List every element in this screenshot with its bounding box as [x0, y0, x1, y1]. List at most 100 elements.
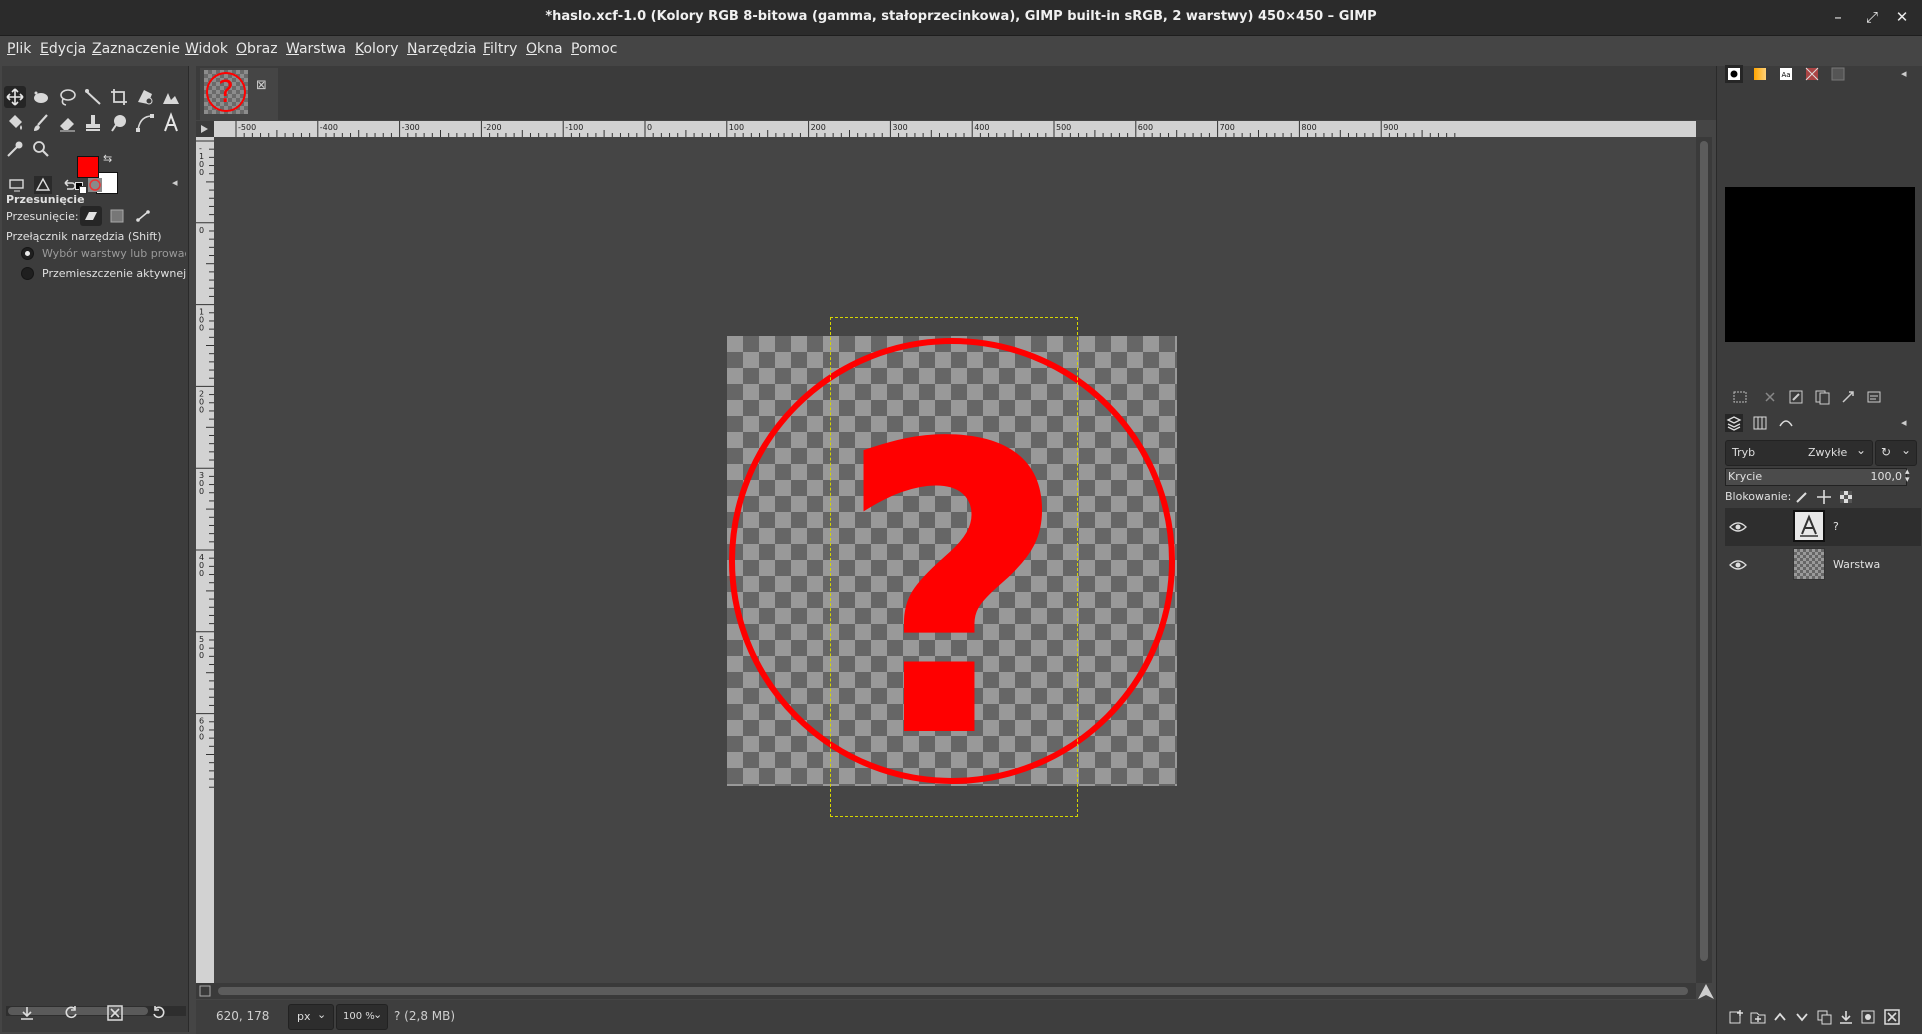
layer-row-text[interactable]: ?	[1725, 508, 1921, 546]
radio-pick-layer[interactable]	[21, 247, 34, 260]
brushes-tab-icon[interactable]	[1725, 65, 1743, 83]
channels-tab-icon[interactable]	[1751, 414, 1769, 432]
move-selection-button[interactable]	[106, 206, 128, 226]
images-tab-icon[interactable]	[86, 176, 104, 194]
gradients-tab-icon[interactable]	[1751, 65, 1769, 83]
close-image-tab-icon[interactable]: ⊠	[256, 78, 267, 93]
duplicate-brush-icon[interactable]	[1813, 388, 1831, 406]
paintbrush-icon[interactable]	[30, 112, 52, 134]
move-tool-icon[interactable]	[4, 86, 26, 108]
restore-button[interactable]: ⤢	[1860, 6, 1884, 28]
text-tool-icon[interactable]	[160, 112, 182, 134]
lock-pixels-icon[interactable]	[1793, 488, 1811, 506]
menu-okna[interactable]: Okna	[526, 41, 563, 57]
move-layer-button[interactable]	[80, 206, 102, 226]
zoom-select[interactable]: 100 % ⌄	[336, 1004, 388, 1030]
refresh-brushes-icon[interactable]	[1839, 388, 1857, 406]
svg-text:Aa: Aa	[1781, 71, 1790, 79]
select-brush-icon[interactable]	[1731, 388, 1749, 406]
image-tab-active[interactable]: ? ⊠	[200, 68, 278, 120]
raise-layer-icon[interactable]	[1771, 1008, 1789, 1026]
restore-tool-preset-icon[interactable]	[62, 1004, 80, 1022]
paths-icon[interactable]	[134, 112, 156, 134]
color-picker-icon[interactable]	[4, 138, 26, 160]
configure-tab-icon[interactable]: ◂	[172, 176, 178, 189]
lock-alpha-icon[interactable]	[1837, 488, 1855, 506]
layers-tab-icon[interactable]	[1725, 414, 1743, 432]
zoom-tool-icon[interactable]	[30, 138, 52, 160]
layer-composite-select[interactable]: ↻ ⌄	[1875, 440, 1917, 466]
minimize-button[interactable]: –	[1826, 6, 1850, 28]
smudge-icon[interactable]	[108, 112, 130, 134]
delete-brush-icon[interactable]	[1761, 388, 1779, 406]
menu-plik[interactable]: Plik	[7, 41, 31, 57]
save-tool-preset-icon[interactable]	[18, 1004, 36, 1022]
palette-tab-icon[interactable]	[1829, 65, 1847, 83]
ruler-label: 0	[199, 226, 204, 235]
menu-kolory[interactable]: Kolory	[355, 41, 399, 57]
device-status-tab-icon[interactable]	[34, 176, 52, 194]
menu-narzedzia[interactable]: Narzędzia	[407, 41, 477, 57]
undo-history-tab-icon[interactable]	[60, 176, 78, 194]
image-canvas[interactable]: ?	[214, 137, 1696, 983]
horizontal-ruler[interactable]: -500 -400 -300 -200 -100 0 100 200 300 400 500 600 7…	[214, 121, 1696, 137]
new-layer-group-icon[interactable]	[1749, 1008, 1767, 1026]
fuzzy-select-icon[interactable]	[82, 86, 104, 108]
lower-layer-icon[interactable]	[1793, 1008, 1811, 1026]
radio-move-active[interactable]	[21, 267, 34, 280]
unit-value: px	[297, 1010, 311, 1023]
warp-icon[interactable]	[160, 86, 182, 108]
move-path-button[interactable]	[132, 206, 154, 226]
new-layer-icon[interactable]	[1727, 1008, 1745, 1026]
menu-pomoc[interactable]: Pomoc	[571, 41, 617, 57]
visibility-eye-icon[interactable]	[1729, 556, 1747, 574]
eraser-icon[interactable]	[56, 112, 78, 134]
lasso-icon[interactable]	[56, 86, 78, 108]
reset-tool-options-icon[interactable]	[150, 1004, 168, 1022]
menu-obraz[interactable]: Obraz	[236, 41, 278, 57]
duplicate-layer-icon[interactable]	[1815, 1008, 1833, 1026]
clone-icon[interactable]	[82, 112, 104, 134]
paths-tab-icon[interactable]	[1777, 414, 1795, 432]
edit-brush-icon[interactable]	[1787, 388, 1805, 406]
crop-icon[interactable]	[108, 86, 130, 108]
delete-tool-preset-icon[interactable]	[106, 1004, 124, 1022]
vertical-scrollbar[interactable]	[1696, 137, 1712, 983]
swap-colors-icon[interactable]: ⇆	[103, 152, 112, 165]
patterns-tab-icon[interactable]	[1803, 65, 1821, 83]
horizontal-scrollbar[interactable]	[214, 983, 1696, 999]
image-info: ? (2,8 MB)	[394, 1009, 456, 1023]
quick-mask-corner[interactable]	[196, 121, 214, 137]
brush-actions	[1725, 386, 1915, 408]
transform-icon[interactable]	[134, 86, 156, 108]
menu-widok[interactable]: Widok	[185, 41, 228, 57]
merge-layer-icon[interactable]	[1837, 1008, 1855, 1026]
tool-options-tab-icon[interactable]	[8, 176, 26, 194]
vertical-ruler[interactable]: -1000100200300400500600	[196, 137, 214, 983]
visibility-eye-icon[interactable]	[1729, 518, 1747, 536]
lock-position-icon[interactable]	[1815, 488, 1833, 506]
nav-corner-icon[interactable]	[196, 983, 214, 999]
open-brush-as-image-icon[interactable]	[1865, 388, 1883, 406]
menu-zaznaczenie[interactable]: Zaznaczenie	[92, 41, 180, 57]
menu-warstwa[interactable]: Warstwa	[286, 41, 346, 57]
opacity-slider[interactable]: Krycie 100,0	[1725, 468, 1907, 486]
ruler-label: -100	[565, 123, 583, 132]
configure-layers-tab-icon[interactable]: ◂	[1901, 416, 1907, 429]
layer-row-image[interactable]: Warstwa	[1725, 546, 1921, 584]
fonts-tab-icon[interactable]: Aa	[1777, 65, 1795, 83]
delete-layer-icon[interactable]	[1883, 1008, 1901, 1026]
bucket-fill-icon[interactable]	[4, 112, 26, 134]
menu-edycja[interactable]: Edycja	[40, 41, 86, 57]
configure-top-tab-icon[interactable]: ◂	[1901, 67, 1907, 80]
layer-mode-select[interactable]: Tryb Zwykłe ⌄	[1725, 440, 1873, 466]
ellipse-select-icon[interactable]	[30, 86, 52, 108]
ruler-label: 200	[811, 123, 826, 132]
unit-select[interactable]: px ⌄	[288, 1004, 334, 1030]
navigate-icon[interactable]	[1696, 983, 1716, 1000]
mode-label: Tryb	[1732, 446, 1756, 459]
layer-mask-icon[interactable]	[1859, 1008, 1877, 1026]
opacity-spinner[interactable]: ▴ ▾	[1905, 468, 1915, 486]
menu-filtry[interactable]: Filtry	[483, 41, 517, 57]
close-button[interactable]: ✕	[1890, 6, 1914, 28]
